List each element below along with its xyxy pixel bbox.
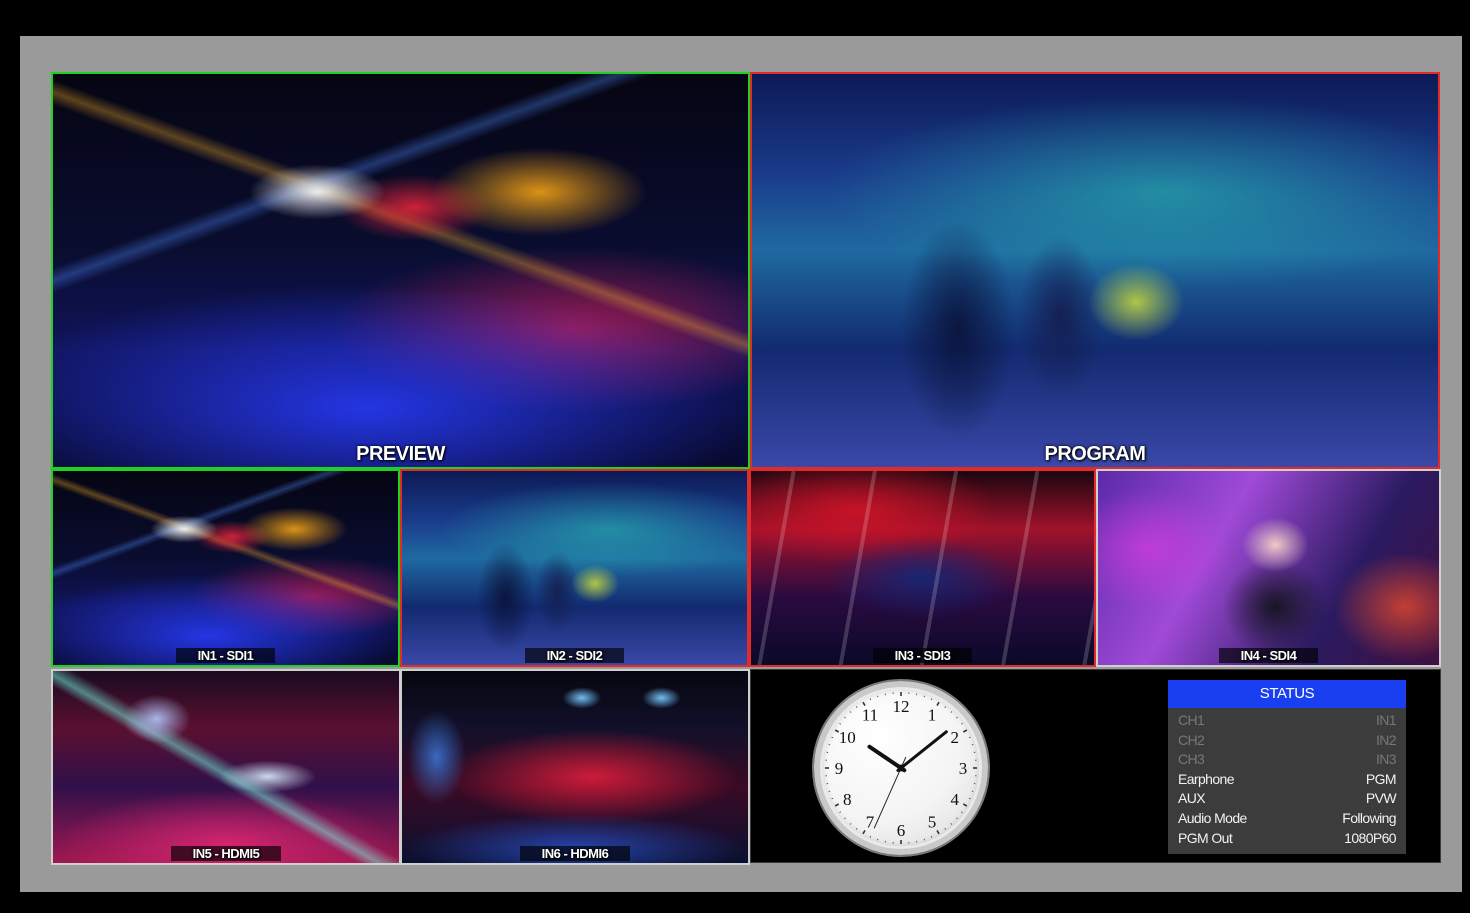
clock-tick xyxy=(849,711,852,713)
status-value: PGM xyxy=(1365,770,1397,787)
status-panel: STATUS CH1 IN1 CH2 IN2 CH3 IN3 Earphone … xyxy=(1168,680,1406,854)
input-video-5 xyxy=(53,671,399,863)
clock-tick xyxy=(944,706,946,708)
status-value: PVW xyxy=(1365,790,1397,807)
input-video-1 xyxy=(53,471,398,665)
status-value: IN1 xyxy=(1376,712,1397,728)
input-window-3[interactable]: IN3 - SDI3 xyxy=(749,469,1096,667)
status-key: CH1 xyxy=(1178,712,1205,728)
input-window-5[interactable]: IN5 - HDMI5 xyxy=(51,669,401,865)
clock-tick xyxy=(961,811,963,813)
clock-tick xyxy=(849,823,852,825)
input-label-2: IN2 - SDI2 xyxy=(402,647,747,665)
input-label-1: IN1 - SDI1 xyxy=(53,647,398,665)
clock-numeral: 7 xyxy=(866,813,875,832)
status-rows: CH1 IN1 CH2 IN2 CH3 IN3 Earphone PGM AUX… xyxy=(1168,708,1406,848)
clock-tick xyxy=(956,817,958,820)
clock-numeral: 8 xyxy=(843,790,852,809)
program-window[interactable]: PROGRAM xyxy=(750,72,1440,469)
preview-label: PREVIEW xyxy=(356,443,445,465)
clock-numeral: 4 xyxy=(950,790,959,809)
status-title: STATUS xyxy=(1168,680,1406,708)
clock-numeral: 11 xyxy=(862,705,878,724)
preview-window[interactable]: PREVIEW xyxy=(51,72,750,469)
clock-tick xyxy=(950,823,953,825)
input-label-3: IN3 - SDI3 xyxy=(751,647,1094,665)
clock-tick xyxy=(834,803,840,807)
input-video-3 xyxy=(751,471,1094,665)
clock-tick xyxy=(862,829,866,835)
clock-tick xyxy=(930,835,933,838)
preview-video xyxy=(53,74,748,467)
clock-tick xyxy=(944,828,946,830)
status-row-earphone: Earphone PGM xyxy=(1178,770,1397,790)
clock-numeral: 5 xyxy=(928,813,937,832)
status-row-ch1: CH1 IN1 xyxy=(1178,711,1397,731)
input-label-5: IN5 - HDMI5 xyxy=(53,845,399,863)
input-window-1[interactable]: IN1 - SDI1 xyxy=(51,469,400,667)
clock-tick xyxy=(844,716,846,719)
clock-tick xyxy=(956,716,958,719)
input-label-6: IN6 - HDMI6 xyxy=(402,845,748,863)
clock-minute-hand xyxy=(896,730,948,772)
status-row-pgm-out: PGM Out 1080P60 xyxy=(1178,829,1397,849)
status-row-audio-mode: Audio Mode Following xyxy=(1178,809,1397,829)
clock-tick xyxy=(869,835,872,838)
input-window-4[interactable]: IN4 - SDI4 xyxy=(1096,469,1441,667)
clock-numeral: 3 xyxy=(959,759,968,778)
clock-tick xyxy=(839,723,841,725)
clock-tick xyxy=(844,817,846,820)
input-video-6 xyxy=(402,671,748,863)
clock-tick xyxy=(839,811,841,813)
status-key: Audio Mode xyxy=(1178,809,1247,826)
input-video-4 xyxy=(1098,471,1439,665)
status-value: IN2 xyxy=(1376,731,1397,748)
status-key: CH2 xyxy=(1178,731,1205,748)
clock-face: 12 1234567891011 xyxy=(825,692,977,844)
clock-tick xyxy=(831,736,834,739)
clock-tick xyxy=(831,797,834,800)
clock-tick xyxy=(856,706,858,708)
clock-tick xyxy=(869,698,872,701)
status-row-aux: AUX PVW xyxy=(1178,789,1397,809)
clock-numeral: 6 xyxy=(897,821,906,840)
clock-tick xyxy=(950,711,953,713)
input-window-2[interactable]: IN2 - SDI2 xyxy=(400,469,749,667)
status-key: AUX xyxy=(1178,790,1206,807)
status-key: CH3 xyxy=(1178,751,1205,768)
clock-tick xyxy=(936,829,940,835)
clock-tick xyxy=(962,729,968,733)
status-key: Earphone xyxy=(1178,770,1235,787)
clock-numeral: 10 xyxy=(839,728,856,747)
clock-tick xyxy=(968,797,971,800)
status-value: 1080P60 xyxy=(1344,829,1396,846)
clock-tick xyxy=(930,698,933,701)
clock-center-cap xyxy=(897,764,905,772)
clock-tick xyxy=(962,803,968,807)
status-row-ch2: CH2 IN2 xyxy=(1178,731,1397,751)
program-video xyxy=(752,74,1438,467)
clock-numeral: 12 xyxy=(893,697,910,716)
clock-tick xyxy=(856,828,858,830)
program-label: PROGRAM xyxy=(1044,443,1146,465)
status-key: PGM Out xyxy=(1178,829,1233,846)
clock-tick xyxy=(961,723,963,725)
clock-numeral: 1 xyxy=(928,705,937,724)
clock-numeral: 9 xyxy=(835,759,844,778)
input-label-4: IN4 - SDI4 xyxy=(1098,647,1439,665)
clock-numeral: 2 xyxy=(950,728,959,747)
clock-tick xyxy=(968,736,971,739)
analog-clock: 12 1 2 3 4 5 6 7 8 9 10 11 xyxy=(814,681,988,855)
status-value: IN3 xyxy=(1376,751,1397,768)
input-video-2 xyxy=(402,471,747,665)
clock-tick xyxy=(936,701,940,707)
status-row-ch3: CH3 IN3 xyxy=(1178,750,1397,770)
status-value: Following xyxy=(1342,809,1396,826)
input-window-6[interactable]: IN6 - HDMI6 xyxy=(400,669,750,865)
